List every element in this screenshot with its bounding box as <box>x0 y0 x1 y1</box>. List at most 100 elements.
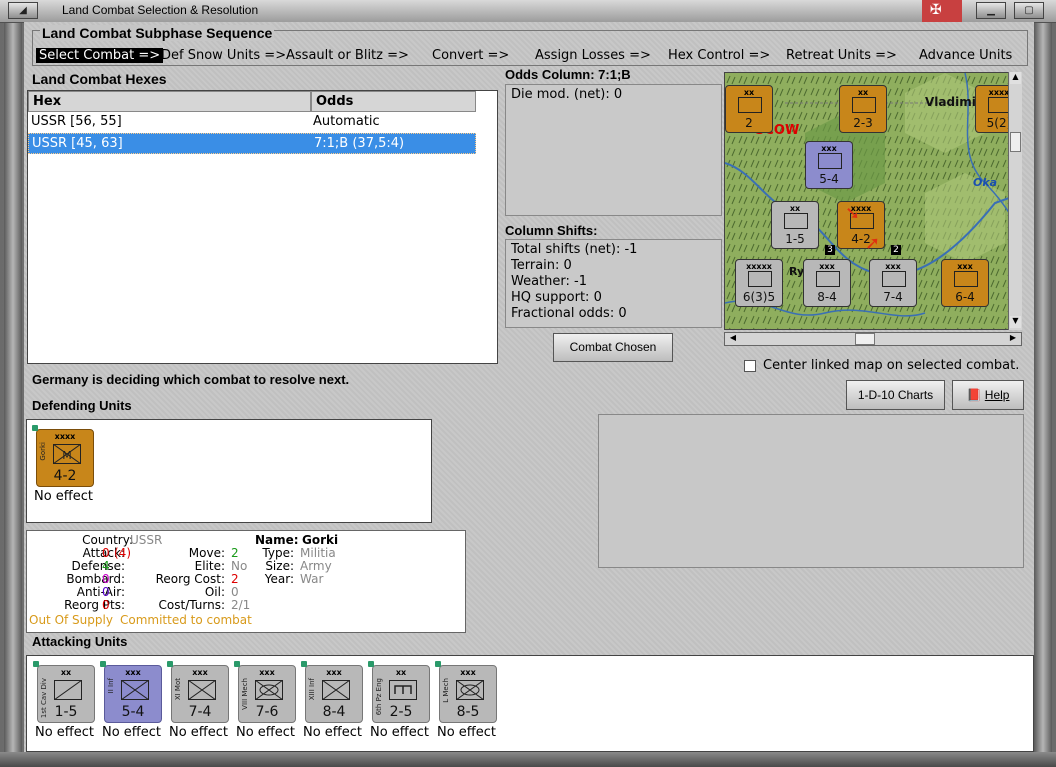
attack-value: 0 <box>102 546 110 560</box>
move-value: 2 <box>231 546 239 560</box>
stack-count-badge: 2 <box>891 245 901 255</box>
maximize-button[interactable]: ▢ <box>1014 2 1044 19</box>
right-rail <box>1034 22 1052 760</box>
window-menu-button[interactable]: ◢ <box>8 2 38 19</box>
unit-effect: No effect <box>102 725 162 740</box>
odds-column-title: Odds Column: 7:1;B <box>505 67 631 82</box>
cost-turns-label: Cost/Turns: <box>158 598 225 612</box>
antiair-value: 0 <box>102 585 110 599</box>
scroll-thumb[interactable] <box>1010 132 1021 152</box>
unit-counter[interactable]: xx 6th Pz Eng 2-5 <box>372 665 430 723</box>
status-dot <box>32 425 38 431</box>
column-header-odds[interactable]: Odds <box>311 91 476 112</box>
unit-counter[interactable]: xxx II Inf 5-4 <box>104 665 162 723</box>
unit-effect: No effect <box>34 489 94 504</box>
combat-chosen-button[interactable]: Combat Chosen <box>553 333 673 362</box>
attacking-title: Attacking Units <box>32 634 128 649</box>
bombard-label: Bombard: <box>66 572 125 586</box>
unit-effect: No effect <box>303 725 363 740</box>
unit-type-icon <box>456 680 484 700</box>
minimize-button[interactable]: ▁ <box>976 2 1006 19</box>
unit-size: xxx <box>821 144 837 153</box>
name-value: Gorki <box>302 533 339 547</box>
unit-type-icon <box>816 271 840 287</box>
center-linked-checkbox[interactable] <box>744 360 756 372</box>
unit-counter[interactable]: xxx L Mech 8-5 <box>439 665 497 723</box>
reorg-cost-value: 2 <box>231 572 239 586</box>
unit-counter[interactable]: xx 1st Cav Div 1-5 <box>37 665 95 723</box>
unit-info-panel: Country: USSR Attack: 0 (4) Defense: 4 B… <box>26 530 466 633</box>
column-shifts-title: Column Shifts: <box>505 223 598 238</box>
unit-strength: 6-4 <box>955 290 975 304</box>
sequence-step: Def Snow Units => <box>161 48 287 63</box>
scroll-right-icon[interactable]: ▶ <box>1007 333 1019 345</box>
map-unit-counter[interactable]: xx 2-3 <box>839 85 887 133</box>
defending-title: Defending Units <box>32 398 132 413</box>
cost-turns-value: 2/1 <box>231 598 251 612</box>
unit-size: xxx <box>819 262 835 271</box>
unit-type-icon <box>54 680 82 700</box>
help-button[interactable]: 📕 Help <box>952 380 1024 410</box>
unit-size: xx <box>857 88 869 97</box>
oil-value: 0 <box>231 585 239 599</box>
map-unit-counter[interactable]: xxx 5-4 <box>805 141 853 189</box>
supply-status: Out Of Supply <box>29 613 113 627</box>
unit-type-icon <box>882 271 906 287</box>
charts-button[interactable]: 1-D-10 Charts <box>846 380 945 410</box>
unit-size: xxx <box>125 668 141 677</box>
unit-counter[interactable]: xxxx Gorki M 4-2 <box>36 429 94 487</box>
scroll-up-icon[interactable]: ▲ <box>1010 72 1021 84</box>
hexes-title: Land Combat Hexes <box>32 71 167 87</box>
unit-strength: 2-5 <box>389 704 413 720</box>
map-unit-counter[interactable]: xxxxx 6(3)5 <box>735 259 783 307</box>
center-linked-label: Center linked map on selected combat. <box>763 358 1020 373</box>
type-label: Type: <box>262 546 294 560</box>
odds-cell: 7:1;B (37,5:4) <box>314 136 405 151</box>
unit-type-icon <box>121 680 149 700</box>
odds-box <box>505 84 722 216</box>
year-value: War <box>300 572 324 586</box>
map-vertical-scrollbar[interactable]: ▲ ▼ <box>1008 72 1022 330</box>
map-horizontal-scrollbar[interactable]: ◀ ▶ <box>724 332 1022 346</box>
unit-type-icon <box>188 680 216 700</box>
map-unit-counter[interactable]: xx 2 <box>725 85 773 133</box>
shift-line: Terrain: 0 <box>511 258 572 273</box>
hex-row[interactable]: USSR [56, 55] Automatic <box>28 112 476 133</box>
sequence-title: Land Combat Subphase Sequence <box>40 25 275 41</box>
size-label: Size: <box>265 559 294 573</box>
status-dot <box>368 661 374 667</box>
unit-strength: 7-4 <box>883 290 903 304</box>
unit-counter[interactable]: xxx XI Mot 7-4 <box>171 665 229 723</box>
scroll-left-icon[interactable]: ◀ <box>727 333 739 345</box>
map-unit-counter[interactable]: xxx 8-4 <box>803 259 851 307</box>
linked-map[interactable]: SCOW Vladimi Oka Ry xx 2-3 xxx 5-4 xx 1-5 xxxx… <box>724 72 1022 330</box>
hex-cell: USSR [56, 55] <box>31 114 122 129</box>
scroll-thumb[interactable] <box>855 333 875 345</box>
hex-row[interactable]: USSR [45, 63] 7:1;B (37,5:4) <box>28 133 476 154</box>
stack-count-badge: 3 <box>825 245 835 255</box>
name-label: Name: <box>255 533 299 547</box>
map-unit-counter[interactable]: xx 1-5 <box>771 201 819 249</box>
unit-size: xxx <box>192 668 208 677</box>
unit-effect: No effect <box>236 725 296 740</box>
book-icon: 📕 <box>966 388 982 402</box>
unit-strength: 2 <box>745 116 753 130</box>
unit-type-icon <box>389 680 417 700</box>
unit-type-icon: M <box>53 444 81 464</box>
unit-effect: No effect <box>437 725 497 740</box>
antiair-label: Anti-Air: <box>76 585 125 599</box>
shift-line: Weather: -1 <box>511 274 587 289</box>
unit-size: xxx <box>460 668 476 677</box>
map-unit-counter[interactable]: xxx 7-4 <box>869 259 917 307</box>
unit-type-icon <box>255 680 283 700</box>
unit-strength: 1-5 <box>785 232 805 246</box>
oil-label: Oil: <box>204 585 225 599</box>
column-header-hex[interactable]: Hex <box>28 91 311 112</box>
map-unit-counter[interactable]: xxx 6-4 <box>941 259 989 307</box>
move-label: Move: <box>188 546 225 560</box>
unit-counter[interactable]: xxx XIII Inf 8-4 <box>305 665 363 723</box>
unit-type-icon <box>954 271 978 287</box>
unit-counter[interactable]: xxx VIII Mech 7-6 <box>238 665 296 723</box>
unit-strength: 8-5 <box>456 704 480 720</box>
scroll-down-icon[interactable]: ▼ <box>1010 316 1021 328</box>
